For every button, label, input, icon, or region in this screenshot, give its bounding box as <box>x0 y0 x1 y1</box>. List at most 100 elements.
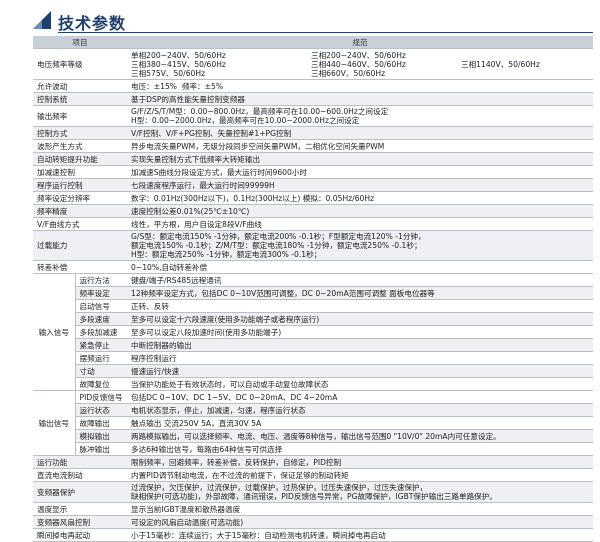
row-label: 加减速控制 <box>33 165 127 179</box>
table-row: 瞬间掉电再起动 小于15毫秒：连续运行；大于15毫秒：自动检测电机转速，瞬间掉电再… <box>33 528 593 542</box>
row-value: 慢速运行/快速 <box>127 364 593 378</box>
sub-row-label: 故障复位 <box>75 377 127 391</box>
page-title: 技术参数 <box>58 14 127 33</box>
row-label: 变频器风扇控制 <box>33 515 127 529</box>
section-header: 技术参数 <box>33 8 593 34</box>
row-value: 当保护功能处于有效状态时，可以自动或手动复位故障状态 <box>127 377 593 391</box>
sub-row-label: 频率设定 <box>75 286 127 300</box>
row-label: 变频器保护 <box>33 481 127 503</box>
table-row: 加减速控制 加减速S曲线分段设定方式，最大运行时间9600小时 <box>33 165 593 179</box>
row-label: 过载能力 <box>33 230 127 261</box>
sub-row-label: 多段加减速 <box>75 325 127 339</box>
row-value: 包括DC 0~10V、DC 1~5V、DC 0~20mA、DC 4~20mA <box>127 390 593 404</box>
sub-row-label: PID反馈信号 <box>75 390 127 404</box>
row-label: 控制方式 <box>33 126 127 140</box>
table-row: 故障输出 触点输出 交流250V 5A，直流30V 5A <box>33 416 593 430</box>
table-row: 频率精度 速度控制公差0.01%(25℃±10℃) <box>33 204 593 218</box>
row-value: 电机状态显示，停止，加减速，匀速，程序运行状态 <box>127 403 593 417</box>
row-value: 数字：0.01Hz(300Hz以下)，0.1Hz(300Hz以上) 模拟：0.0… <box>127 191 593 205</box>
row-value: 程序控制运行 <box>127 351 593 365</box>
table-row: 脉冲输出 多达6种输出信号，每路由64种信号可供选择 <box>33 442 593 456</box>
row-label: 瞬间掉电再起动 <box>33 528 127 542</box>
row-value: 至多可以设定八段加速时间(使用多功能端子) <box>127 325 593 339</box>
sub-row-label: 故障输出 <box>75 416 127 430</box>
spec-table: 项目 规范 电压频率等级 单相200~240V、50/60Hz 三相380~41… <box>33 36 593 542</box>
row-value: 速度控制公差0.01%(25℃±10℃) <box>127 204 593 218</box>
row-value: 线性，平方根，用户自设定8段V/F曲线 <box>127 217 593 231</box>
sub-row-label: 寸动 <box>75 364 127 378</box>
row-value: 异步电流矢量PWM，无级分段同步空间矢量PWM，二相优化空间矢量PWM <box>127 139 593 153</box>
table-row: 多段速度 至多可以设定十六段速度(使用多功能端子或者程序运行) <box>33 312 593 326</box>
row-value: 显示当前IGBT温度和散热器温度 <box>127 502 593 516</box>
table-row: 温度显示 显示当前IGBT温度和散热器温度 <box>33 502 593 516</box>
row-value: 小于15毫秒：连续运行；大于15毫秒：自动检测电机转速，瞬间掉电再启动 <box>127 528 593 542</box>
row-label: 自动转矩提升功能 <box>33 152 127 166</box>
table-row: 寸动 慢速运行/快速 <box>33 364 593 378</box>
voltage-value: 三相200~240V、50/60Hz <box>311 50 406 60</box>
table-row: 摆频运行 程序控制运行 <box>33 351 593 365</box>
voltage-value: 单相200~240V、50/60Hz <box>131 50 226 60</box>
row-value: 正转、反转 <box>127 299 593 313</box>
row-label: 控制系统 <box>33 92 127 106</box>
row-label: 输出频率 <box>33 105 127 127</box>
table-row: 多段加减速 至多可以设定八段加速时间(使用多功能端子) <box>33 325 593 339</box>
table-row: 频率设定 12种频率设定方式，包括DC 0~10V范围可调整，DC 0~20mA范… <box>33 286 593 300</box>
row-value: 两路模拟输出，可以选择频率、电流、电压、温度等8种信号，输出信号范围0 "10V… <box>127 429 593 443</box>
table-row: 控制系统 基于DSP的高性能矢量控制变频器 <box>33 92 593 106</box>
input-signal-group: 输入信号 <box>33 273 76 391</box>
table-row: V/F曲线方式 线性，平方根，用户自设定8段V/F曲线 <box>33 217 593 231</box>
row-value: 中断控制器的输出 <box>127 338 593 352</box>
sub-row-label: 紧急停止 <box>75 338 127 352</box>
row-label: 运行功能 <box>33 455 127 469</box>
table-row: 直流电流制动 内置PID调节制动电流，在不过流的前提下，保证足够的制动转矩 <box>33 468 593 482</box>
sub-row-label: 模拟输出 <box>75 429 127 443</box>
table-row: 启动信号 正转、反转 <box>33 299 593 313</box>
table-row: 紧急停止 中断控制器的输出 <box>33 338 593 352</box>
row-value: 键盘/端子/RS485远程通讯 <box>127 273 593 287</box>
table-row: 波形产生方式 异步电流矢量PWM，无级分段同步空间矢量PWM，二相优化空间矢量PW… <box>33 139 593 153</box>
col-item-header: 项目 <box>33 36 127 49</box>
output-signal-group: 输出信号 <box>33 390 76 456</box>
table-row: 输出频率 G/F/Z/S/T/M型：0.00~800.0Hz，最高频率可在10.0… <box>33 105 593 127</box>
table-row: 自动转矩提升功能 实现矢量控制方式下低频率大转矩输出 <box>33 152 593 166</box>
row-value: 过流保护，欠压保护，过流保护，过载保护，过热保护，过压失速保护，过压失速保护， … <box>127 481 593 503</box>
table-row: 控制方式 V/F控制、V/F+PG控制、矢量控制#1+PG控制 <box>33 126 593 140</box>
table-row: 运行功能 限制频率，回避频率，转差补偿，反转保护，自修定，PID控制 <box>33 455 593 469</box>
row-value: V/F控制、V/F+PG控制、矢量控制#1+PG控制 <box>127 126 593 140</box>
row-value: 基于DSP的高性能矢量控制变频器 <box>127 92 593 106</box>
section-marker-icon <box>33 11 51 29</box>
table-row: 变频器风扇控制 可设定的风扇启动温度(可选功能) <box>33 515 593 529</box>
col-spec-header: 规范 <box>127 36 593 49</box>
voltage-value: 三相440~460V、50/60Hz <box>311 59 406 69</box>
row-label: 电压频率等级 <box>33 48 127 80</box>
voltage-value: 三相380~415V、50/60Hz <box>131 59 226 69</box>
voltage-spec: 单相200~240V、50/60Hz 三相380~415V、50/60Hz 三相… <box>127 48 593 80</box>
sub-row-label: 脉冲输出 <box>75 442 127 456</box>
sub-row-label: 多段速度 <box>75 312 127 326</box>
row-value: 限制频率，回避频率，转差补偿，反转保护，自修定，PID控制 <box>127 455 593 469</box>
row-value: 内置PID调节制动电流，在不过流的前提下，保证足够的制动转矩 <box>127 468 593 482</box>
row-label: 程序运行控制 <box>33 178 127 192</box>
table-row: 故障复位 当保护功能处于有效状态时，可以自动或手动复位故障状态 <box>33 377 593 391</box>
row-value: G/F/Z/S/T/M型：0.00~800.0Hz，最高频率可在10.00~60… <box>127 105 593 127</box>
row-label: 波形产生方式 <box>33 139 127 153</box>
voltage-value: 三相575V、50/60Hz <box>131 68 206 78</box>
voltage-value: 三相1140V、50/60Hz <box>461 59 540 69</box>
table-row: 输出信号 PID反馈信号 包括DC 0~10V、DC 1~5V、DC 0~20mA、… <box>33 390 593 456</box>
table-row: 程序运行控制 七段速度程序运行，最大运行时间99999H <box>33 178 593 192</box>
row-label: 转差补偿 <box>33 260 127 274</box>
sub-row-label: 摆频运行 <box>75 351 127 365</box>
table-row: 频率设定分辨率 数字：0.01Hz(300Hz以下)，0.1Hz(300Hz以上)… <box>33 191 593 205</box>
table-row: 允许波动 电压：±15% 频率：±5% <box>33 79 593 93</box>
row-value: 0~10%,自动转差补偿 <box>127 260 593 274</box>
table-row: 过载能力 G/S型：额定电流150% -1分钟，额定电流200% -0.1秒；F型… <box>33 230 593 261</box>
row-label: 温度显示 <box>33 502 127 516</box>
row-value: 12种频率设定方式，包括DC 0~10V范围可调整，DC 0~20mA范围可调整… <box>127 286 593 300</box>
row-label: 允许波动 <box>33 79 127 93</box>
row-value: 电压：±15% 频率：±5% <box>127 79 593 93</box>
table-row: 转差补偿 0~10%,自动转差补偿 <box>33 260 593 274</box>
row-value: 至多可以设定十六段速度(使用多功能端子或者程序运行) <box>127 312 593 326</box>
row-value: 七段速度程序运行，最大运行时间99999H <box>127 178 593 192</box>
table-row: 电压频率等级 单相200~240V、50/60Hz 三相380~415V、50/… <box>33 48 593 80</box>
row-label: V/F曲线方式 <box>33 217 127 231</box>
